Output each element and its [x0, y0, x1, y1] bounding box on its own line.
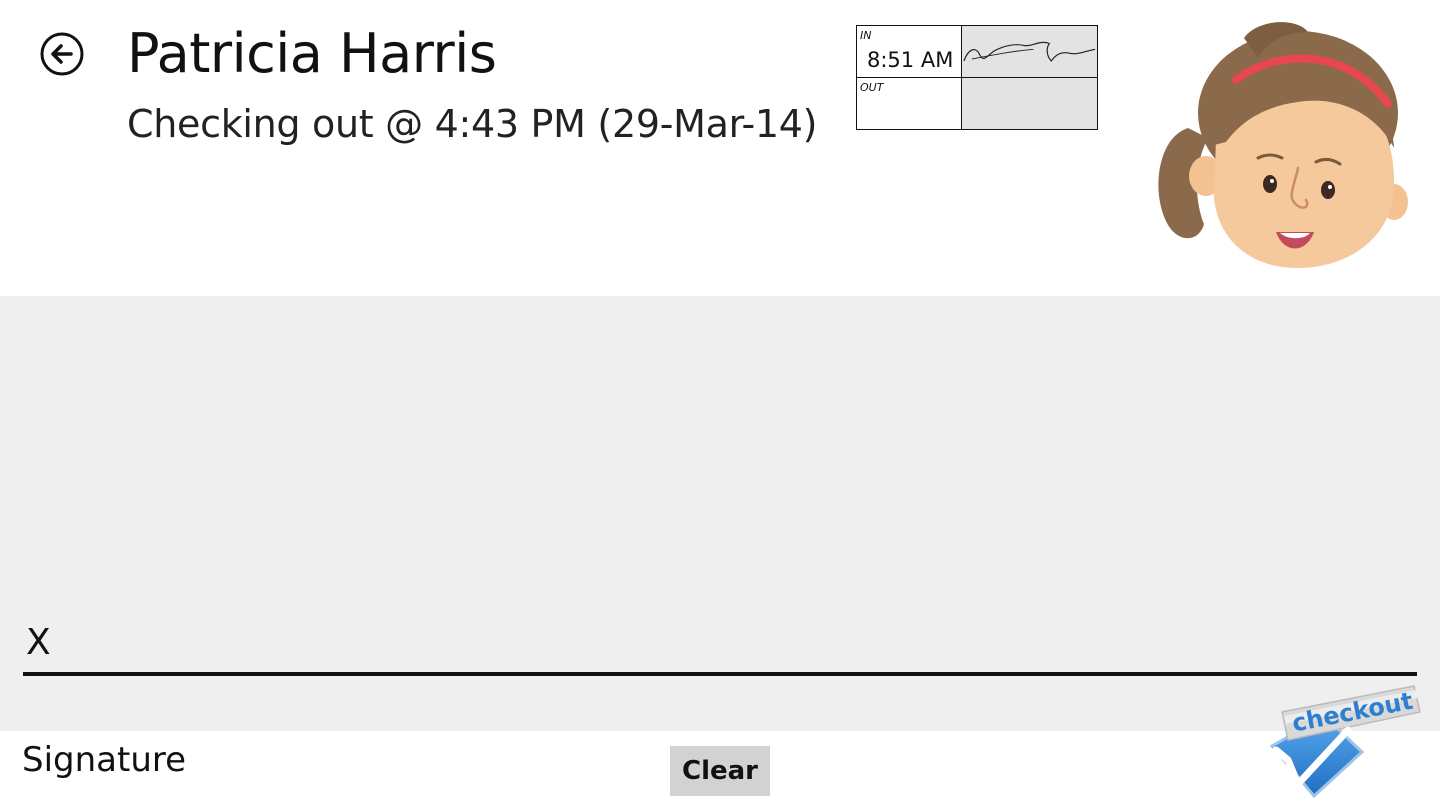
time-card: IN 8:51 AM OUT: [856, 25, 1098, 130]
check-out-cell: OUT: [857, 77, 962, 129]
check-in-time: 8:51 AM: [867, 48, 954, 72]
check-in-signature-scribble: [963, 41, 1096, 62]
signature-label: Signature: [22, 740, 187, 780]
check-out-label: OUT: [860, 80, 884, 94]
checkout-status: Checking out @ 4:43 PM (29-Mar-14): [127, 102, 818, 146]
clear-button[interactable]: Clear: [670, 746, 770, 796]
checkout-checkmark-icon: checkout: [1269, 685, 1421, 799]
signature-pad[interactable]: [0, 296, 1440, 731]
girl-avatar: [1158, 22, 1408, 268]
signature-line: [23, 672, 1417, 676]
back-arrow-icon: [40, 32, 84, 76]
signature-x-mark: X: [26, 622, 51, 663]
person-name: Patricia Harris: [127, 22, 497, 85]
check-out-signature: [962, 77, 1097, 129]
check-in-signature: [962, 26, 1097, 78]
back-button[interactable]: [40, 32, 84, 76]
checkout-label: checkout: [1290, 687, 1415, 738]
check-in-cell: IN 8:51 AM: [857, 26, 962, 78]
checkout-button[interactable]: checkout: [1258, 680, 1424, 802]
check-in-label: IN: [860, 29, 872, 42]
